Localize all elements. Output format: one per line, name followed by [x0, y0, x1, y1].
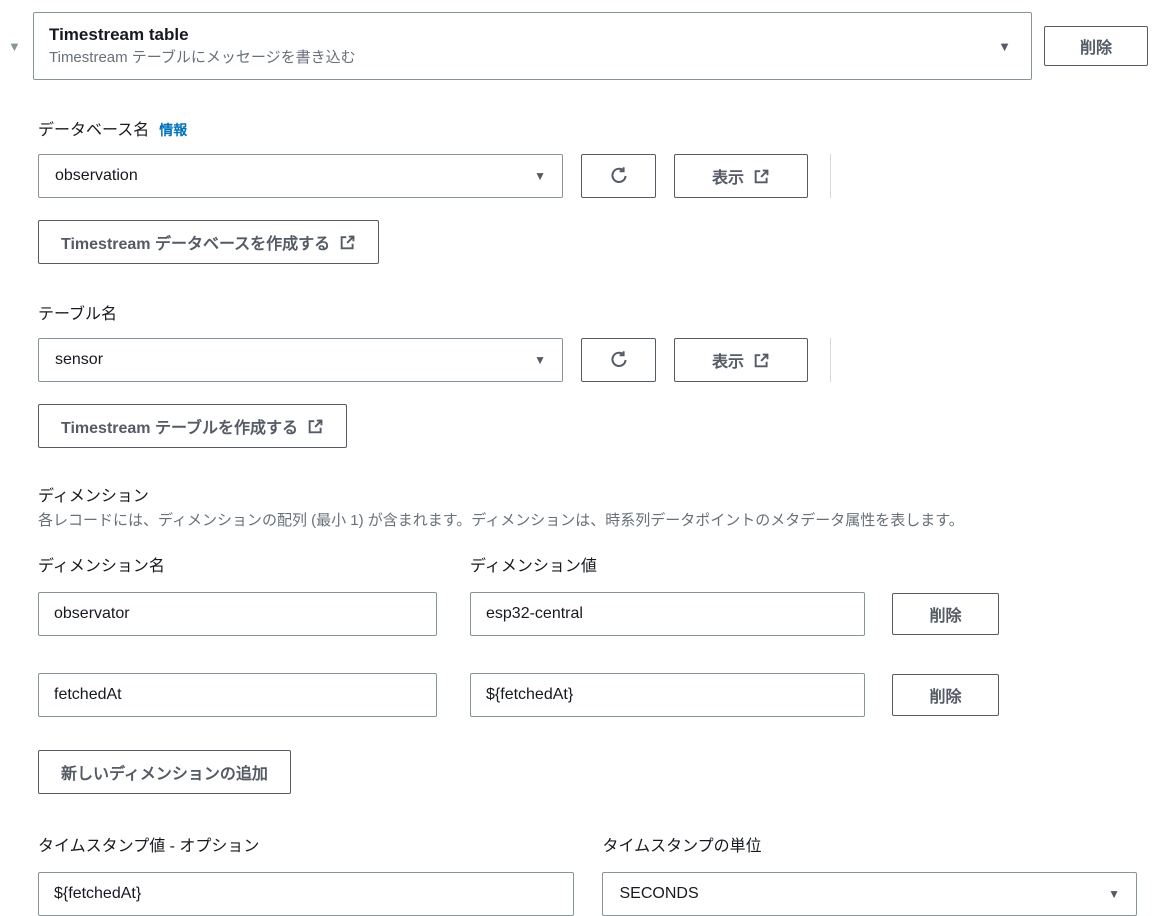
timestamp-value-input[interactable]	[38, 872, 575, 916]
timestamp-value-column: タイムスタンプ値 - オプション	[38, 832, 575, 916]
action-subtitle: Timestream テーブルにメッセージを書き込む	[49, 49, 356, 67]
database-info-link[interactable]: 情報	[159, 122, 187, 138]
dropdown-caret-icon: ▼	[1108, 887, 1120, 901]
delete-dimension-button[interactable]: 削除	[892, 674, 999, 716]
delete-dimension-button[interactable]: 削除	[892, 593, 999, 635]
timestamp-row: タイムスタンプ値 - オプション タイムスタンプの単位 SECONDS ▼	[38, 832, 1137, 916]
timestamp-unit-value: SECONDS	[619, 885, 699, 902]
database-label-row: データベース名 情報	[38, 116, 1137, 140]
timestamp-unit-label: タイムスタンプの単位	[602, 838, 762, 855]
database-selected-value: observation	[55, 167, 138, 184]
vertical-divider	[830, 338, 831, 382]
dimension-name-input[interactable]	[38, 592, 437, 636]
database-refresh-button[interactable]	[581, 154, 656, 198]
refresh-icon	[610, 351, 627, 367]
table-view-label: 表示	[711, 354, 744, 371]
action-header[interactable]: Timestream table Timestream テーブルにメッセージを書…	[33, 12, 1032, 80]
dimension-row: 削除	[38, 592, 1137, 636]
dimension-value-header: ディメンション値	[470, 558, 597, 575]
database-select[interactable]: observation ▼	[38, 154, 563, 198]
refresh-icon	[610, 167, 627, 183]
dimensions-title: ディメンション	[38, 488, 149, 505]
chevron-down-icon: ▼	[998, 38, 1011, 54]
timestream-action-panel: ▼ Timestream table Timestream テーブルにメッセージ…	[0, 0, 1159, 916]
timestamp-value-label: タイムスタンプ値 - オプション	[38, 838, 260, 855]
create-table-label: Timestream テーブルを作成する	[61, 420, 299, 437]
table-label-row: テーブル名	[38, 300, 1137, 324]
external-link-icon	[340, 235, 355, 249]
external-link-icon	[754, 353, 769, 367]
dropdown-caret-icon: ▼	[534, 169, 546, 183]
dimension-name-header: ディメンション名	[38, 558, 165, 575]
dimension-column-headers: ディメンション名 ディメンション値	[38, 552, 1137, 576]
dimension-row: 削除	[38, 673, 1137, 717]
database-select-row: observation ▼ 表示	[38, 154, 1137, 198]
timestamp-unit-column: タイムスタンプの単位 SECONDS ▼	[602, 832, 1137, 916]
dimension-value-input[interactable]	[470, 673, 865, 717]
collapse-caret-icon[interactable]: ▼	[8, 12, 33, 54]
create-database-button[interactable]: Timestream データベースを作成する	[38, 220, 380, 264]
table-selected-value: sensor	[55, 351, 104, 368]
table-refresh-button[interactable]	[581, 338, 656, 382]
action-header-texts: Timestream table Timestream テーブルにメッセージを書…	[49, 24, 998, 68]
create-database-row: Timestream データベースを作成する	[38, 220, 1137, 264]
external-link-icon	[308, 419, 323, 433]
table-select[interactable]: sensor ▼	[38, 338, 563, 382]
delete-action-button[interactable]: 削除	[1044, 26, 1148, 66]
dimensions-description: 各レコードには、ディメンションの配列 (最小 1) が含まれます。ディメンション…	[38, 512, 964, 529]
dropdown-caret-icon: ▼	[534, 353, 546, 367]
database-view-label: 表示	[711, 170, 744, 187]
add-dimension-row: 新しいディメンションの追加	[38, 750, 1137, 794]
action-title: Timestream table	[49, 25, 189, 45]
database-view-button[interactable]: 表示	[674, 154, 808, 198]
table-view-button[interactable]: 表示	[674, 338, 808, 382]
dimension-value-input[interactable]	[470, 592, 865, 636]
table-label: テーブル名	[38, 306, 118, 323]
action-header-row: ▼ Timestream table Timestream テーブルにメッセージ…	[8, 12, 1148, 80]
add-dimension-button[interactable]: 新しいディメンションの追加	[38, 750, 291, 794]
timestamp-unit-select[interactable]: SECONDS ▼	[602, 872, 1137, 916]
vertical-divider	[830, 154, 831, 198]
table-select-row: sensor ▼ 表示	[38, 338, 1137, 382]
dimension-name-input[interactable]	[38, 673, 437, 717]
create-table-button[interactable]: Timestream テーブルを作成する	[38, 404, 348, 448]
create-table-row: Timestream テーブルを作成する	[38, 404, 1137, 448]
create-database-label: Timestream データベースを作成する	[61, 236, 331, 253]
external-link-icon	[754, 169, 769, 183]
database-label: データベース名	[38, 122, 150, 139]
action-form: データベース名 情報 observation ▼ 表示 Timestream デ…	[38, 116, 1137, 916]
